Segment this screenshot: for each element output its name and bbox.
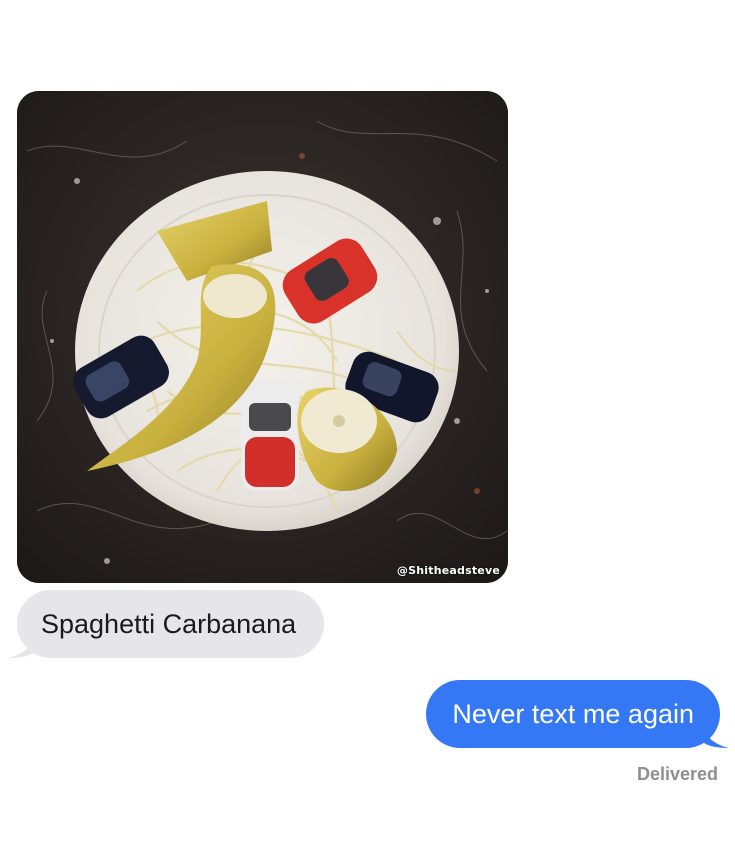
photo-message[interactable]: @Shitheadsteve <box>17 91 508 583</box>
messages-screen: @Shitheadsteve Spaghetti Carbanana Never… <box>0 0 735 868</box>
sent-message-bubble[interactable]: Never text me again <box>426 680 729 748</box>
toy-car-white-red <box>241 381 299 491</box>
spaghetti-photo <box>17 91 508 583</box>
sent-message-text: Never text me again <box>452 698 694 729</box>
received-message-bubble[interactable]: Spaghetti Carbanana <box>8 590 325 658</box>
photo-watermark: @Shitheadsteve <box>396 564 500 577</box>
bubble-tail-icon <box>703 726 729 748</box>
bubble-tail-icon <box>8 636 34 658</box>
conversation-thread: @Shitheadsteve Spaghetti Carbanana Never… <box>0 0 735 868</box>
delivery-status: Delivered <box>636 764 718 784</box>
received-message-text: Spaghetti Carbanana <box>41 608 297 639</box>
